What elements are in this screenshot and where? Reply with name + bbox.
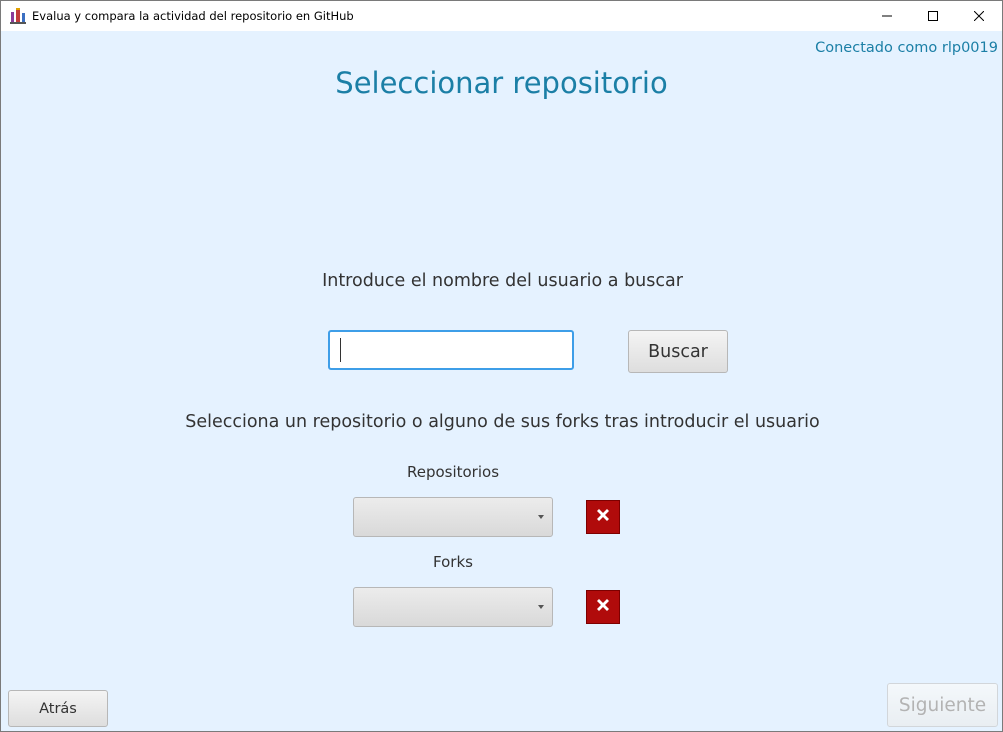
chevron-down-icon <box>538 515 544 519</box>
close-icon <box>974 11 984 21</box>
maximize-button[interactable] <box>910 1 956 31</box>
maximize-icon <box>928 11 938 21</box>
repositories-label: Repositorios <box>406 463 500 481</box>
app-window: Evalua y compara la actividad del reposi… <box>0 0 1003 732</box>
username-input[interactable] <box>328 330 574 370</box>
connected-user-label: Conectado como rlp0019 <box>815 40 998 56</box>
minimize-icon <box>882 11 892 21</box>
window-title: Evalua y compara la actividad del reposi… <box>32 9 354 23</box>
close-button[interactable] <box>956 1 1002 31</box>
page-title: Seleccionar repositorio <box>335 66 668 100</box>
repositories-select[interactable] <box>353 497 553 537</box>
clear-forks-button[interactable] <box>586 590 620 624</box>
clear-repositories-button[interactable] <box>586 500 620 534</box>
forks-label: Forks <box>433 553 473 571</box>
clear-x-icon <box>594 596 612 618</box>
selection-instruction: Selecciona un repositorio o alguno de su… <box>185 412 820 432</box>
main-content: Conectado como rlp0019 Seleccionar repos… <box>1 31 1002 731</box>
minimize-button[interactable] <box>864 1 910 31</box>
back-button[interactable]: Atrás <box>8 690 108 727</box>
title-bar[interactable]: Evalua y compara la actividad del reposi… <box>1 1 1002 31</box>
forks-select[interactable] <box>353 587 553 627</box>
search-prompt-label: Introduce el nombre del usuario a buscar <box>322 271 683 291</box>
app-icon <box>10 8 26 24</box>
search-button[interactable]: Buscar <box>628 330 728 373</box>
clear-x-icon <box>594 506 612 528</box>
chevron-down-icon <box>538 605 544 609</box>
next-button[interactable]: Siguiente <box>887 683 998 727</box>
text-caret <box>340 338 341 362</box>
